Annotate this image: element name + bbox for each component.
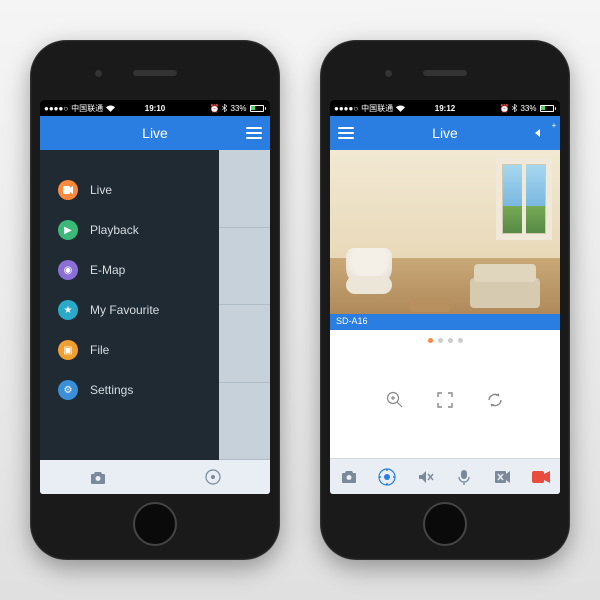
snapshot-icon[interactable] xyxy=(339,467,359,487)
drawer-item-label: File xyxy=(90,343,109,357)
header-title: Live xyxy=(432,125,458,141)
close-video-icon[interactable] xyxy=(492,467,512,487)
app-header: Live xyxy=(40,116,270,150)
drawer-item-playback[interactable]: ▶ Playback xyxy=(40,210,219,250)
page-dot xyxy=(448,338,453,343)
phone-front-camera xyxy=(95,70,102,77)
battery-percent: 33% xyxy=(520,104,536,113)
mute-icon[interactable] xyxy=(416,467,436,487)
battery-icon xyxy=(250,105,267,112)
refresh-icon[interactable] xyxy=(484,389,506,411)
carrier-label: 中国联通 xyxy=(71,103,103,114)
add-camera-icon[interactable] xyxy=(534,127,552,139)
drawer-item-favourite[interactable]: ★ My Favourite xyxy=(40,290,219,330)
drawer-item-label: Settings xyxy=(90,383,133,397)
signal-dots-icon: ●●●●○ xyxy=(334,104,358,113)
battery-icon xyxy=(540,105,557,112)
bluetooth-icon xyxy=(222,104,227,112)
bottom-toolbar xyxy=(330,458,560,494)
page-dot xyxy=(458,338,463,343)
screen-left: ●●●●○ 中国联通 19:10 ⏰ 33% Live xyxy=(40,100,270,494)
page-dot xyxy=(428,338,433,343)
folder-icon: ▣ xyxy=(58,340,78,360)
header-title: Live xyxy=(142,125,168,141)
phone-right: ●●●●○ 中国联通 19:12 ⏰ 33% Live xyxy=(320,40,570,560)
phone-front-camera xyxy=(385,70,392,77)
snapshot-icon[interactable] xyxy=(88,467,108,487)
side-drawer: Live ▶ Playback ◉ E-Map ★ My Favourite ▣… xyxy=(40,150,219,460)
phone-left: ●●●●○ 中国联通 19:10 ⏰ 33% Live xyxy=(30,40,280,560)
status-bar: ●●●●○ 中国联通 19:10 ⏰ 33% xyxy=(40,100,270,116)
play-icon: ▶ xyxy=(58,220,78,240)
ptz-icon[interactable] xyxy=(377,467,397,487)
carrier-label: 中国联通 xyxy=(361,103,393,114)
camera-name-label: SD-A16 xyxy=(330,314,560,330)
signal-dots-icon: ●●●●○ xyxy=(44,104,68,113)
phone-speaker xyxy=(133,70,177,76)
drawer-item-live[interactable]: Live xyxy=(40,170,219,210)
home-button[interactable] xyxy=(133,502,177,546)
view-controls xyxy=(330,351,560,458)
alarm-icon: ⏰ xyxy=(210,104,220,113)
ptz-icon[interactable] xyxy=(203,467,223,487)
drawer-item-label: E-Map xyxy=(90,263,125,277)
drawer-item-emap[interactable]: ◉ E-Map xyxy=(40,250,219,290)
star-icon: ★ xyxy=(58,300,78,320)
drawer-item-settings[interactable]: ⚙ Settings xyxy=(40,370,219,410)
status-bar: ●●●●○ 中国联通 19:12 ⏰ 33% xyxy=(330,100,560,116)
drawer-item-label: Playback xyxy=(90,223,139,237)
mic-icon[interactable] xyxy=(454,467,474,487)
battery-percent: 33% xyxy=(230,104,246,113)
menu-icon[interactable] xyxy=(246,127,262,139)
app-header: Live xyxy=(330,116,560,150)
drawer-item-label: My Favourite xyxy=(90,303,159,317)
page-dot xyxy=(438,338,443,343)
home-button[interactable] xyxy=(423,502,467,546)
live-video-view[interactable]: SD-A16 xyxy=(330,150,560,330)
content-area: + + Live ▶ Playback ◉ E-Map xyxy=(40,150,270,460)
wifi-icon xyxy=(396,105,405,112)
gear-icon: ⚙ xyxy=(58,380,78,400)
menu-icon[interactable] xyxy=(338,127,354,139)
map-pin-icon: ◉ xyxy=(58,260,78,280)
clock-label: 19:10 xyxy=(145,104,165,113)
drawer-item-label: Live xyxy=(90,183,112,197)
alarm-icon: ⏰ xyxy=(500,104,510,113)
bottom-toolbar xyxy=(40,460,270,494)
drawer-item-file[interactable]: ▣ File xyxy=(40,330,219,370)
clock-label: 19:12 xyxy=(435,104,455,113)
content-area: SD-A16 xyxy=(330,150,560,458)
fullscreen-icon[interactable] xyxy=(434,389,456,411)
camera-icon xyxy=(58,180,78,200)
phone-speaker xyxy=(423,70,467,76)
bluetooth-icon xyxy=(512,104,517,112)
page-indicator[interactable] xyxy=(330,330,560,351)
zoom-icon[interactable] xyxy=(384,389,406,411)
record-icon[interactable] xyxy=(531,467,551,487)
wifi-icon xyxy=(106,105,115,112)
screen-right: ●●●●○ 中国联通 19:12 ⏰ 33% Live xyxy=(330,100,560,494)
